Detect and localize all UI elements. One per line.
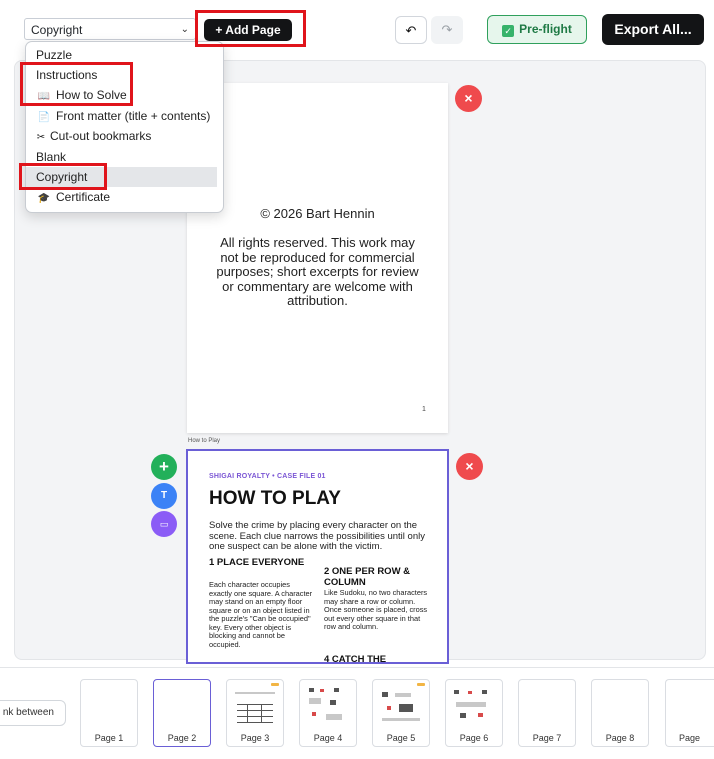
thumbnail-label: Page 8 <box>605 733 635 743</box>
section-1-heading: 1 PLACE EVERYONE <box>209 557 305 568</box>
page-number: 1 <box>422 406 426 413</box>
thumbnail-page-5[interactable]: Page 5 <box>372 679 430 747</box>
thumbnail-mark <box>382 718 420 721</box>
strip-divider <box>0 667 714 668</box>
preflight-button[interactable]: ✓ Pre-flight <box>487 15 587 44</box>
thumbnail-mark <box>330 700 336 705</box>
dropdown-item-cutout-bookmarks[interactable]: ✂ Cut-out bookmarks <box>26 126 223 146</box>
highlight-box <box>20 62 133 106</box>
dropdown-item-label: Front matter (title + contents) <box>56 109 211 123</box>
intro-text: Solve the crime by placing every charact… <box>209 520 425 553</box>
redo-button[interactable]: ↷ <box>431 16 463 44</box>
thumbnail-mark <box>237 710 273 711</box>
thumbnail-mark <box>468 691 472 694</box>
thumbnail-label: Page 2 <box>167 733 197 743</box>
thumbnail-mark <box>326 714 342 720</box>
thumbnail-mark <box>482 690 487 694</box>
page-2-label: How to Play <box>188 438 221 444</box>
document-icon: 📄 <box>37 112 51 123</box>
thumbnail-page-7[interactable]: Page 7 <box>518 679 576 747</box>
thumbnail-mark <box>456 702 486 707</box>
thumbnail-mark <box>395 693 411 697</box>
thumbnail-mark <box>312 712 316 716</box>
section-2-heading: 2 ONE PER ROW & COLUMN <box>324 566 411 588</box>
section-1-text: Each character occupies exactly one squa… <box>209 580 313 649</box>
highlight-box <box>195 10 306 47</box>
thumbnail-mark <box>387 706 391 710</box>
thumbnail-mark <box>309 688 314 692</box>
page-type-select[interactable]: Copyright ⌄ <box>24 18 196 40</box>
close-icon: × <box>464 90 473 106</box>
add-image-button[interactable]: ▭ <box>151 511 177 537</box>
thumbnail-mark <box>399 704 413 712</box>
copyright-line: © 2026 Bart Hennin <box>260 206 375 221</box>
delete-page-2-button[interactable]: × <box>456 453 483 480</box>
page-type-select-value: Copyright <box>31 23 83 37</box>
chevron-down-icon: ⌄ <box>180 24 189 35</box>
text-icon: T <box>160 490 168 501</box>
preflight-label: Pre-flight <box>519 22 572 36</box>
add-text-button[interactable]: T <box>151 483 177 509</box>
thumbnail-page-1[interactable]: Page 1 <box>80 679 138 747</box>
thumbnail-badge <box>417 683 425 686</box>
dropdown-item-label: Certificate <box>56 190 111 204</box>
thumbnail-label: Page <box>679 733 701 743</box>
thumbnail-mark <box>237 716 273 717</box>
scissors-icon: ✂ <box>36 132 46 143</box>
thumbnail-label: Page 6 <box>459 733 489 743</box>
thumbnail-mark <box>478 713 483 717</box>
page-title: HOW TO PLAY <box>209 488 341 509</box>
undo-button[interactable]: ↶ <box>395 16 427 44</box>
thumbnail-label: Page 7 <box>532 733 562 743</box>
dropdown-item-front-matter[interactable]: 📄 Front matter (title + contents) <box>26 106 223 126</box>
thumbnail-page-8[interactable]: Page 8 <box>591 679 649 747</box>
thumbnail-mark <box>247 704 248 723</box>
thumbnail-mark <box>460 713 466 718</box>
page-1-copyright[interactable]: © 2026 Bart Hennin All rights reserved. … <box>187 83 448 433</box>
thumbnail-label: Page 3 <box>240 733 270 743</box>
image-icon: ▭ <box>159 519 169 529</box>
plus-icon: + <box>159 457 169 476</box>
dropdown-item-certificate[interactable]: 🎓 Certificate <box>26 187 223 207</box>
rights-text: All rights reserved. This work may not b… <box>216 235 419 308</box>
export-all-button[interactable]: Export All... <box>602 14 704 45</box>
section-2-text: Like Sudoku, no two characters may share… <box>324 588 428 631</box>
page-kicker: SHIGAI ROYALTY • CASE FILE 01 <box>209 473 326 480</box>
thumbnail-mark <box>237 704 273 705</box>
thumbnail-mark <box>309 698 321 704</box>
redo-icon: ↷ <box>441 22 453 37</box>
close-icon: × <box>465 458 474 474</box>
delete-page-1-button[interactable]: × <box>455 85 482 112</box>
thumbnail-label: Page 4 <box>313 733 343 743</box>
thumbnail-mark <box>334 688 339 692</box>
thumbnail-badge <box>271 683 279 686</box>
dropdown-item-label: Cut-out bookmarks <box>50 129 152 143</box>
undo-icon: ↶ <box>405 23 417 38</box>
thumbnail-page-4[interactable]: Page 4 <box>299 679 357 747</box>
thumbnail-page-2[interactable]: Page 2 <box>153 679 211 747</box>
thumbnail-mark <box>235 692 275 694</box>
graduation-cap-icon: 🎓 <box>37 193 51 204</box>
thumbnail-label: Page 5 <box>386 733 416 743</box>
thumbnail-mark <box>261 704 262 723</box>
checkbox-icon: ✓ <box>502 25 515 37</box>
section-4-heading: 4 CATCH THE <box>324 654 387 664</box>
thumbnail-page-6[interactable]: Page 6 <box>445 679 503 747</box>
highlight-box <box>19 163 107 190</box>
thumbnail-mark <box>454 690 459 694</box>
thumbnail-label: Page 1 <box>94 733 124 743</box>
thumbnail-mark <box>382 692 388 697</box>
thumbnail-mark <box>237 722 273 723</box>
blank-between-button[interactable]: nk between <box>0 700 66 726</box>
thumbnail-page-9[interactable]: Page <box>665 679 714 747</box>
thumbnail-page-3[interactable]: Page 3 <box>226 679 284 747</box>
add-element-button[interactable]: + <box>151 454 177 480</box>
thumbnail-mark <box>320 689 324 692</box>
page-2-how-to-play[interactable]: SHIGAI ROYALTY • CASE FILE 01 HOW TO PLA… <box>186 449 449 664</box>
